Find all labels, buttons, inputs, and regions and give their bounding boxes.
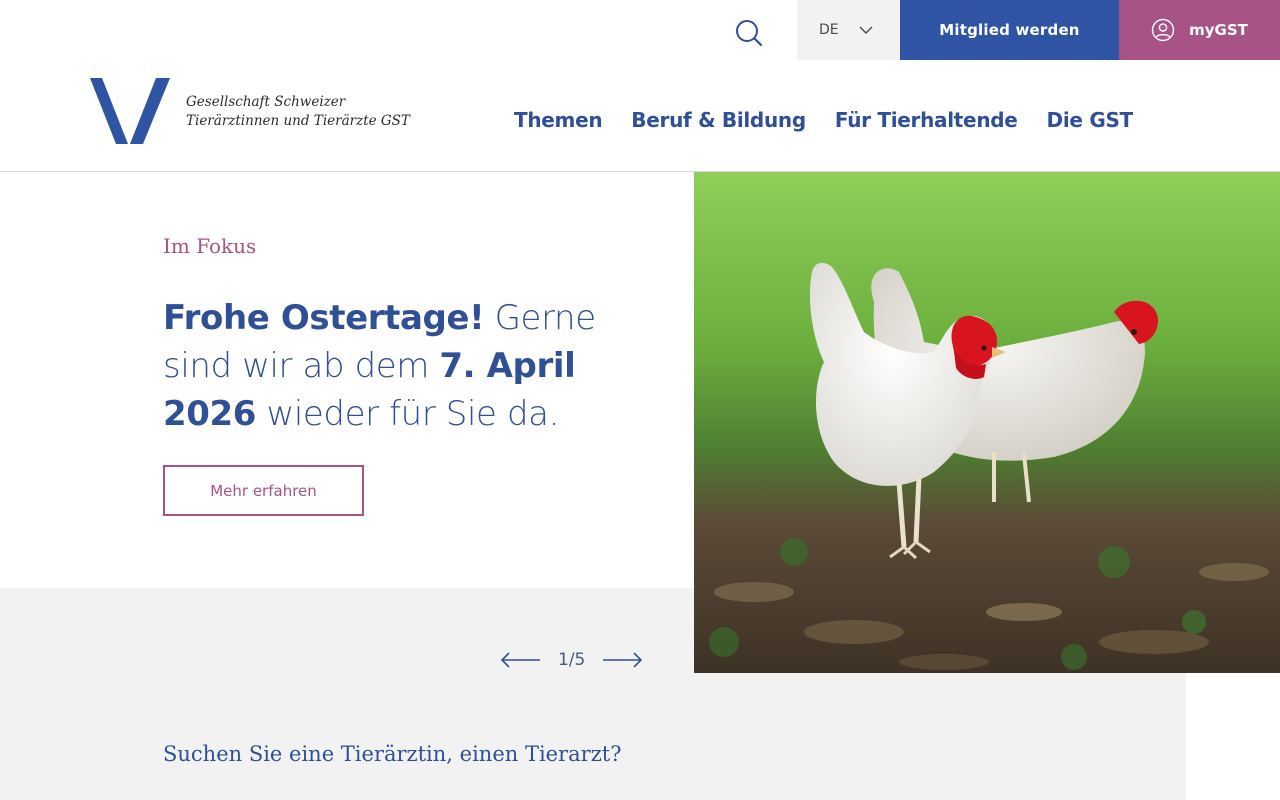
logo-line-1: Gesellschaft Schweizer <box>186 94 346 110</box>
hero-image <box>694 172 1280 673</box>
utility-bar: DE Mitglied werden myGST <box>0 0 1280 60</box>
prev-slide-button[interactable] <box>500 652 542 668</box>
logo-text: Gesellschaft Schweizer Tierärztinnen und… <box>186 93 410 131</box>
nav-item-themen[interactable]: Themen <box>514 108 603 132</box>
user-icon <box>1151 18 1175 42</box>
find-vet-title: Suchen Sie eine Tierärztin, einen Tierar… <box>163 742 622 766</box>
next-slide-button[interactable] <box>601 652 643 668</box>
nav-item-beruf-bildung[interactable]: Beruf & Bildung <box>631 108 806 132</box>
read-more-button[interactable]: Mehr erfahren <box>163 465 364 516</box>
mygst-button[interactable]: myGST <box>1119 0 1280 60</box>
main-nav: Themen Beruf & Bildung Für Tierhaltende … <box>514 108 1162 132</box>
arrow-right-icon <box>603 652 643 668</box>
slider-pager: 1/5 <box>500 650 643 670</box>
become-member-label: Mitglied werden <box>939 21 1080 39</box>
logo-line-2: Tierärztinnen und Tierärzte GST <box>186 113 410 129</box>
hero-kicker: Im Fokus <box>163 234 257 258</box>
read-more-label: Mehr erfahren <box>210 481 317 500</box>
language-label: DE <box>819 22 839 38</box>
gst-logo[interactable]: Gesellschaft Schweizer Tierärztinnen und… <box>90 78 410 146</box>
site-header: Gesellschaft Schweizer Tierärztinnen und… <box>0 60 1280 172</box>
language-selector[interactable]: DE <box>797 0 900 60</box>
search-button[interactable] <box>728 12 770 54</box>
headline-bold-1: Frohe Ostertage! <box>163 298 485 338</box>
nav-item-tierhaltende[interactable]: Für Tierhaltende <box>835 108 1018 132</box>
gst-logo-mark <box>90 78 170 144</box>
hero-headline: Frohe Ostertage! Gerne sind wir ab dem 7… <box>163 294 663 438</box>
search-icon <box>736 20 763 47</box>
chevron-down-icon <box>859 26 873 34</box>
arrow-left-icon <box>500 652 540 668</box>
mygst-label: myGST <box>1189 21 1248 39</box>
become-member-button[interactable]: Mitglied werden <box>900 0 1119 60</box>
nav-item-die-gst[interactable]: Die GST <box>1047 108 1134 132</box>
headline-text-2: wieder für Sie da. <box>256 394 559 434</box>
slide-indicator: 1/5 <box>558 650 586 670</box>
